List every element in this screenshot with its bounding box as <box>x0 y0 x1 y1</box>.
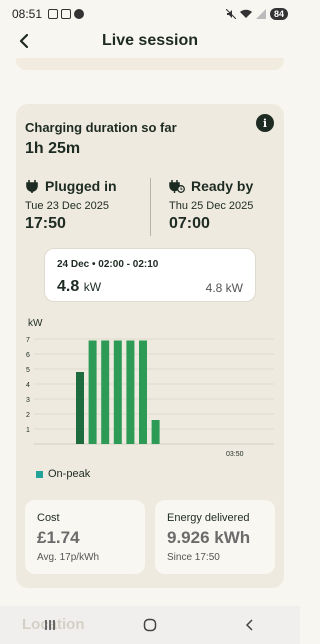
chart-bar[interactable] <box>113 340 122 445</box>
chart-bar[interactable] <box>76 372 84 444</box>
app-header: Live session <box>0 28 300 54</box>
home-button[interactable] <box>138 613 162 637</box>
page-title: Live session <box>101 32 199 49</box>
power-chart[interactable]: 1 2 3 4 5 6 7 03:50 <box>16 334 284 464</box>
app-notification-icon <box>74 9 85 19</box>
chart-bar[interactable] <box>139 340 147 445</box>
info-icon[interactable]: i <box>256 114 274 132</box>
nav-back-button[interactable] <box>238 613 262 637</box>
ready-by-time: 07:00 <box>169 215 210 232</box>
signal-icon <box>255 9 266 19</box>
x-tick-label: 03:50 <box>226 451 244 458</box>
tooltip-unit: kW <box>83 280 102 294</box>
cost-sub: Avg. 17p/kWh <box>37 552 100 563</box>
plug-clock-icon <box>169 180 185 193</box>
tooltip-value: 4.8 kW <box>57 278 101 296</box>
previous-card <box>16 58 284 70</box>
chart-tooltip: 24 Dec • 02:00 - 02:10 4.8 kW 4.8 kW <box>44 248 256 302</box>
wifi-icon <box>239 9 252 18</box>
back-arrow-icon <box>19 33 29 49</box>
ready-by-date: Thu 25 Dec 2025 <box>169 200 254 212</box>
y-tick-label: 1 <box>26 427 30 434</box>
mute-icon <box>225 9 236 19</box>
energy-value: 9.926 kWh <box>167 528 251 547</box>
y-tick-label: 3 <box>26 397 30 404</box>
cost-label: Cost <box>37 512 60 524</box>
cost-value: £1.74 <box>37 528 80 547</box>
session-card: Charging duration so far 1h 25m i Plugge… <box>16 104 284 588</box>
back-button[interactable] <box>12 28 36 54</box>
energy-card: Energy delivered 9.926 kWh Since 17:50 <box>155 500 275 574</box>
duration-value: 1h 25m <box>25 140 81 157</box>
y-tick-label: 4 <box>26 382 30 389</box>
chart-y-label: kW <box>28 318 43 329</box>
y-tick-label: 7 <box>26 337 30 344</box>
status-bar: 08:51 84 <box>0 0 300 28</box>
energy-label: Energy delivered <box>167 512 250 524</box>
plugged-in-time: 17:50 <box>25 215 66 232</box>
plugged-in-section: Plugged in Tue 23 Dec 2025 17:50 <box>25 178 117 233</box>
notification-icon <box>48 9 59 19</box>
tooltip-value-number: 4.8 <box>57 278 80 295</box>
chart-legend: On-peak <box>36 468 90 480</box>
notification-icons <box>48 9 85 19</box>
plug-icon <box>26 180 38 193</box>
legend-swatch <box>36 470 43 478</box>
tooltip-label: 24 Dec • 02:00 - 02:10 <box>57 259 159 270</box>
system-nav-bar: Location <box>0 606 300 644</box>
plugged-in-label: Plugged in <box>45 178 117 194</box>
chart-bar[interactable] <box>126 340 135 445</box>
recents-button[interactable] <box>38 613 62 637</box>
nav-back-icon <box>245 619 253 631</box>
chart-bar[interactable] <box>101 340 110 445</box>
message-icon <box>61 9 72 19</box>
chart-bar[interactable] <box>88 340 97 445</box>
duration-label: Charging duration so far <box>25 120 177 135</box>
status-time: 08:51 <box>12 7 43 21</box>
home-icon <box>143 618 157 632</box>
legend-label: On-peak <box>48 468 91 480</box>
tooltip-right-value: 4.8 kW <box>205 281 243 295</box>
cost-card: Cost £1.74 Avg. 17p/kWh <box>25 500 145 574</box>
battery-icon: 84 <box>269 8 288 20</box>
plugged-in-date: Tue 23 Dec 2025 <box>25 200 109 212</box>
y-tick-label: 5 <box>26 367 30 374</box>
ready-by-label: Ready by <box>191 178 254 194</box>
y-tick-label: 2 <box>26 412 30 419</box>
ready-by-section: Ready by Thu 25 Dec 2025 07:00 <box>169 178 253 233</box>
y-tick-label: 6 <box>26 352 30 359</box>
energy-sub: Since 17:50 <box>167 552 220 563</box>
chart-bar[interactable] <box>151 420 160 444</box>
system-icons: 84 <box>225 8 288 20</box>
column-divider <box>150 178 151 236</box>
recents-icon <box>45 620 55 630</box>
